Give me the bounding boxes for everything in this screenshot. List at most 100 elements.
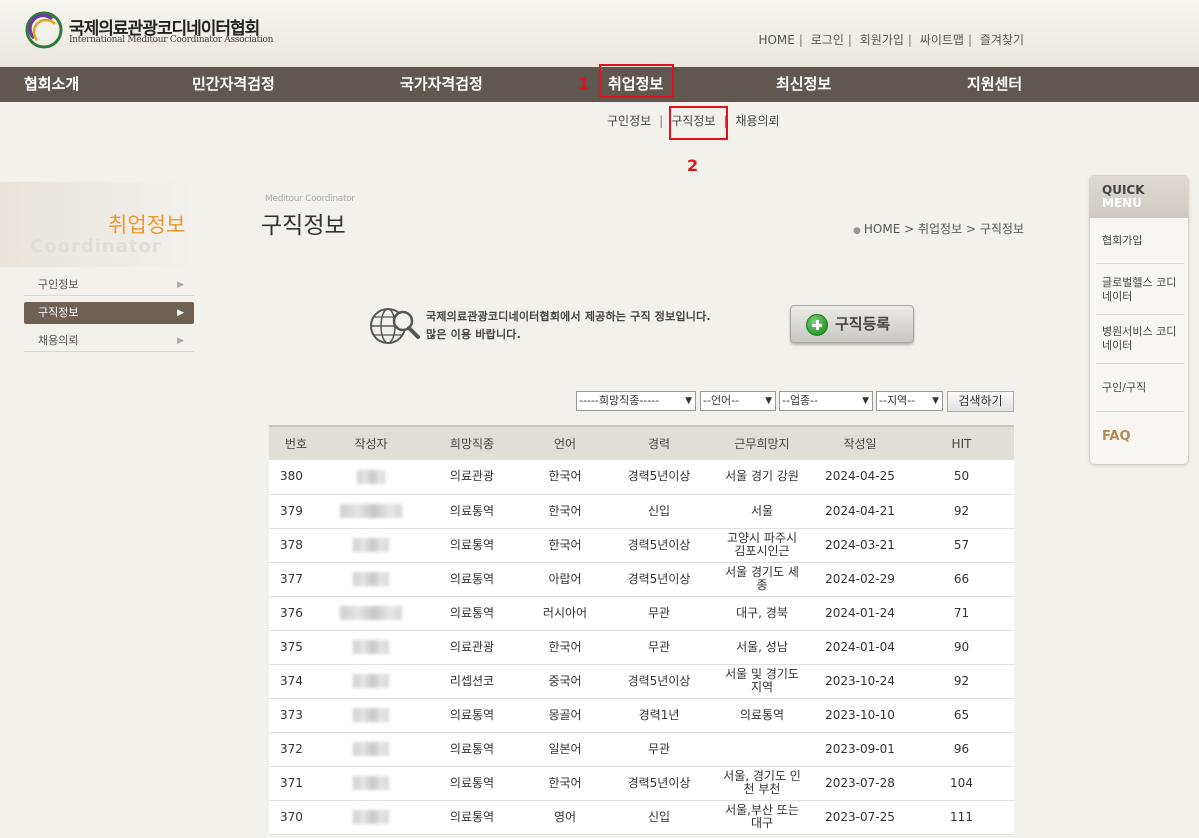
cell-date: 2023-10-10 <box>811 698 909 733</box>
quick-item-recruit-jobseek[interactable]: 구인/구직 <box>1102 381 1182 395</box>
cell-place: 서울 및 경기도 지역 <box>713 664 811 699</box>
cell-place: 고양시 파주시 김포시인근 <box>713 528 811 563</box>
cell-place <box>713 732 811 767</box>
table-row[interactable]: 378 의료통역 한국어 경력5년이상 고양시 파주시 김포시인근 2024-03-21 5… <box>269 528 1014 563</box>
util-login-link[interactable]: 로그인 <box>811 33 844 47</box>
chevron-right-icon: ▶ <box>177 308 184 318</box>
cell-language: 중국어 <box>525 664 605 699</box>
annotation-box-jobseek <box>669 106 728 140</box>
logo-english-text: International Meditour Coordinator Assoc… <box>69 35 274 45</box>
cell-job: 의료관광 <box>419 630 525 665</box>
blurred-author-name <box>340 606 402 620</box>
cell-hit: 92 <box>909 664 1014 699</box>
table-row[interactable]: 372 의료통역 일본어 무관 2023-09-01 96 <box>269 732 1014 767</box>
header-author: 작성자 <box>323 425 419 460</box>
sidebar-item-jobseek[interactable]: 구직정보 ▶ <box>24 302 194 324</box>
sidebar-item-recruit[interactable]: 구인정보 ▶ <box>24 274 194 296</box>
cell-job: 의료통역 <box>419 562 525 597</box>
cell-career: 경력5년이상 <box>605 460 713 495</box>
blurred-author-name <box>353 640 389 654</box>
cell-no: 370 <box>269 800 323 835</box>
industry-select[interactable]: --업종-- ▼ <box>779 391 873 411</box>
cell-date: 2024-01-24 <box>811 596 909 631</box>
cell-hit: 66 <box>909 562 1014 597</box>
cell-place: 서울 경기 강원 <box>713 460 811 495</box>
cell-career: 경력5년이상 <box>605 562 713 597</box>
cell-hit: 104 <box>909 766 1014 801</box>
cell-author-blurred <box>323 630 419 665</box>
table-row[interactable]: 375 의료관광 한국어 무관 서울, 성남 2024-01-04 90 <box>269 630 1014 665</box>
cell-author-blurred <box>323 698 419 733</box>
blurred-author-name <box>340 504 402 518</box>
page-title: 구직정보 <box>261 213 346 239</box>
cell-language: 영어 <box>525 800 605 835</box>
quick-menu-subtitle: MENU <box>1102 196 1142 210</box>
cell-language: 한국어 <box>525 766 605 801</box>
table-row[interactable]: 377 의료통역 아랍어 경력5년이상 서울 경기도 세종 2024-02-29 66 <box>269 562 1014 597</box>
cell-no: 377 <box>269 562 323 597</box>
region-select[interactable]: --지역-- ▼ <box>876 391 943 411</box>
gnb-item-private-cert[interactable]: 민간자격검정 <box>192 67 275 102</box>
annotation-number-2: 2 <box>687 156 699 175</box>
cell-date: 2024-01-04 <box>811 630 909 665</box>
table-row[interactable]: 373 의료통역 몽골어 경력1년 의료통역 2023-10-10 65 <box>269 698 1014 733</box>
header-career: 경력 <box>605 425 713 460</box>
table-row[interactable]: 374 리셉션코 중국어 경력5년이상 서울 및 경기도 지역 2023-10-24 92 <box>269 664 1014 699</box>
jobseek-table: 번호 작성자 희망직종 언어 경력 근무희망지 작성일 HIT 380 의료관광 한… <box>269 425 1014 835</box>
table-row[interactable]: 370 의료통역 영어 신입 서울,부산 또는 대구 2023-07-25 111 <box>269 800 1014 835</box>
util-bookmark-link[interactable]: 즐겨찾기 <box>980 33 1024 47</box>
site-logo[interactable]: 국제의료관광코디네이터협회 International Meditour Coo… <box>24 10 273 52</box>
cell-career: 신입 <box>605 494 713 529</box>
gnb-item-support[interactable]: 지원센터 <box>967 67 1022 102</box>
sidebar-item-label: 구직정보 <box>38 306 79 319</box>
cell-author-blurred <box>323 494 419 529</box>
intro-line-2: 많은 이용 바랍니다. <box>426 328 521 341</box>
gnb-item-news[interactable]: 최신정보 <box>776 67 831 102</box>
util-signup-link[interactable]: 회원가입 <box>860 33 904 47</box>
util-sitemap-link[interactable]: 싸이트맵 <box>920 33 964 47</box>
cell-career: 무관 <box>605 596 713 631</box>
cell-no: 373 <box>269 698 323 733</box>
register-jobseek-button[interactable]: 구직등록 <box>790 305 914 343</box>
gnb-item-about[interactable]: 협회소개 <box>24 67 79 102</box>
cell-career: 경력5년이상 <box>605 766 713 801</box>
cell-place: 서울 <box>713 494 811 529</box>
breadcrumb-jobs[interactable]: 취업정보 <box>918 222 962 236</box>
table-row[interactable]: 379 의료통역 한국어 신입 서울 2024-04-21 92 <box>269 494 1014 529</box>
chevron-down-icon: ▼ <box>932 396 939 406</box>
cell-hit: 50 <box>909 460 1014 495</box>
chevron-down-icon: ▼ <box>862 396 869 406</box>
cell-date: 2024-04-25 <box>811 460 909 495</box>
blurred-author-name <box>357 469 385 484</box>
cell-career: 경력5년이상 <box>605 664 713 699</box>
table-row[interactable]: 380 의료관광 한국어 경력5년이상 서울 경기 강원 2024-04-25 50 <box>269 460 1014 495</box>
cell-job: 의료통역 <box>419 528 525 563</box>
blurred-author-name <box>353 572 389 586</box>
breadcrumb-home[interactable]: HOME <box>864 222 900 236</box>
blurred-author-name <box>353 708 389 722</box>
quick-item-global-health[interactable]: 글로벌헬스 코디네이터 <box>1102 276 1182 304</box>
quick-item-hospital-service[interactable]: 병원서비스 코디네이터 <box>1102 325 1182 353</box>
annotation-box-jobs <box>599 64 674 98</box>
cell-no: 371 <box>269 766 323 801</box>
site-header: 국제의료관광코디네이터협회 International Meditour Coo… <box>0 0 1199 67</box>
quick-item-join[interactable]: 협회가입 <box>1102 234 1182 248</box>
gnb-item-national-cert[interactable]: 국가자격검정 <box>400 67 483 102</box>
cell-hit: 71 <box>909 596 1014 631</box>
cell-hit: 96 <box>909 732 1014 767</box>
sidebar-item-hiring-request[interactable]: 채용의뢰 ▶ <box>24 330 194 352</box>
language-select[interactable]: --언어-- ▼ <box>700 391 776 411</box>
subnav-item-hiring-request[interactable]: 채용의뢰 <box>735 114 779 128</box>
quick-item-faq[interactable]: FAQ <box>1102 429 1131 444</box>
cell-language: 한국어 <box>525 494 605 529</box>
cell-date: 2024-03-21 <box>811 528 909 563</box>
subnav-item-recruit[interactable]: 구인정보 <box>607 114 651 128</box>
table-row[interactable]: 371 의료통역 한국어 경력5년이상 서울, 경기도 인천 부천 2023-07-28 1… <box>269 766 1014 801</box>
cell-author-blurred <box>323 766 419 801</box>
table-row[interactable]: 376 의료통역 러시아어 무관 대구, 경북 2024-01-24 71 <box>269 596 1014 631</box>
search-button[interactable]: 검색하기 <box>947 391 1014 412</box>
util-home-link[interactable]: HOME <box>758 33 794 47</box>
chevron-right-icon: ▶ <box>177 336 184 346</box>
job-type-select[interactable]: -----희망직종----- ▼ <box>576 391 696 411</box>
cell-career: 경력5년이상 <box>605 528 713 563</box>
